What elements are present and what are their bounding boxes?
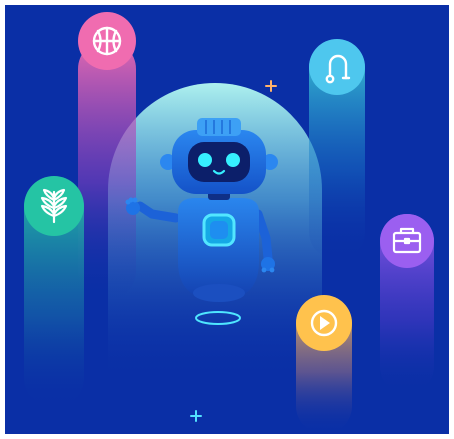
basketball-icon — [92, 26, 122, 56]
robot-base — [193, 284, 245, 302]
pillar-plant — [24, 176, 84, 408]
illustration-scene — [0, 0, 454, 439]
robot-face-screen — [188, 142, 250, 182]
robot-left-eye — [198, 153, 212, 167]
robot-right-eye — [226, 153, 240, 167]
pillar-media — [296, 295, 352, 434]
pillar-basketball — [78, 12, 136, 300]
pillar-stethoscope — [309, 39, 365, 260]
pillar-briefcase — [380, 214, 434, 394]
illustration-svg — [0, 0, 454, 439]
robot-chest-core — [210, 221, 228, 239]
robot-crown — [197, 118, 241, 136]
